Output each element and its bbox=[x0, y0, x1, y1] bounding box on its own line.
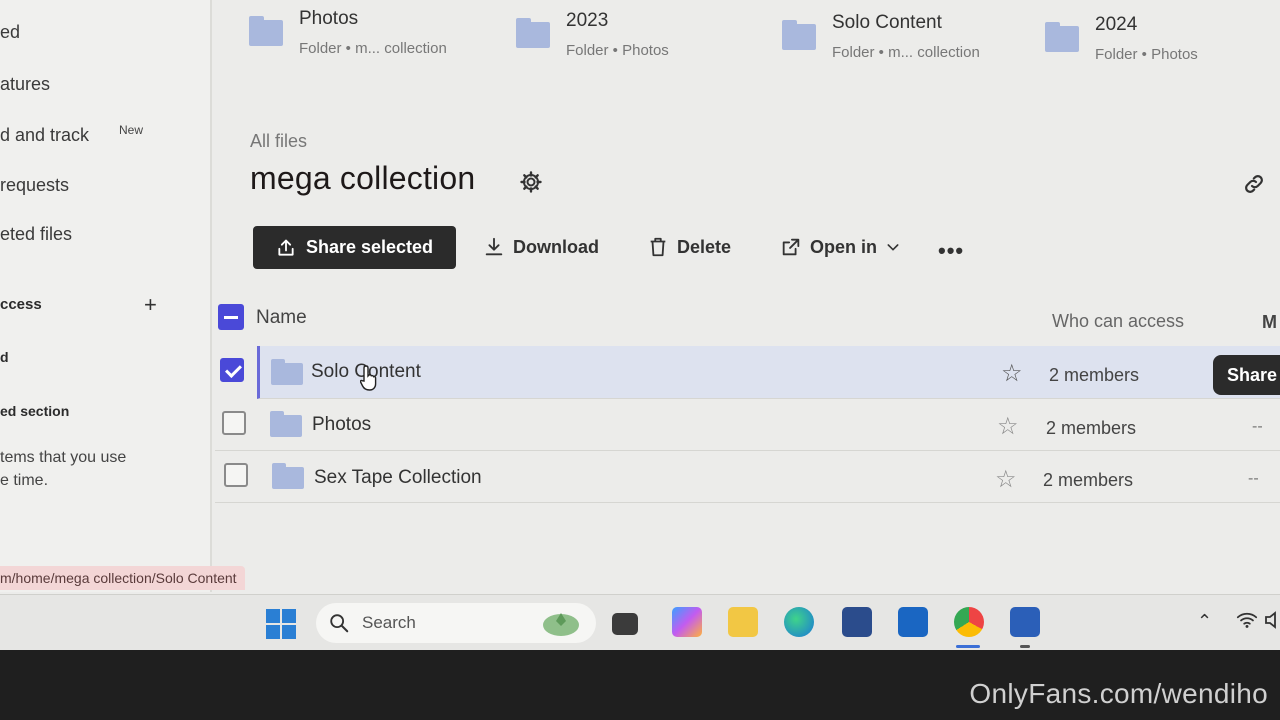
download-icon bbox=[485, 237, 503, 256]
sidebar: ed atures d and track New requests eted … bbox=[0, 0, 212, 592]
folder-icon bbox=[271, 359, 303, 385]
table-row[interactable]: Solo Content ☆ 2 members bbox=[257, 346, 1280, 399]
file-explorer-icon[interactable] bbox=[728, 607, 758, 637]
suggested-folder-name: Solo Content bbox=[832, 12, 942, 33]
breadcrumb[interactable]: All files bbox=[250, 131, 307, 152]
task-view-icon[interactable] bbox=[612, 613, 638, 635]
suggested-folder-name: 2023 bbox=[566, 10, 609, 31]
pinned-section-heading: ed section bbox=[0, 403, 70, 419]
suggested-folder-2024[interactable]: 2024 Folder • Photos bbox=[1045, 14, 1245, 74]
word-icon[interactable] bbox=[1010, 607, 1040, 637]
table-row[interactable]: Photos ☆ 2 members -- bbox=[215, 398, 1280, 451]
search-highlight-icon bbox=[543, 613, 579, 636]
copilot-icon[interactable] bbox=[672, 607, 702, 637]
file-name[interactable]: Sex Tape Collection bbox=[314, 467, 482, 489]
sidebar-item-shared[interactable]: ed bbox=[0, 22, 20, 43]
suggested-folder-name: Photos bbox=[299, 8, 359, 29]
copy-link-icon[interactable] bbox=[1242, 172, 1266, 196]
suggested-folder-name: 2024 bbox=[1095, 14, 1138, 35]
row-share-button[interactable]: Share bbox=[1213, 355, 1280, 395]
suggested-folder-solo-content[interactable]: Solo Content Folder • m... collection bbox=[782, 12, 1022, 72]
taskbar: Search ⌃ bbox=[0, 594, 1280, 650]
gear-icon[interactable] bbox=[519, 170, 543, 194]
table-row[interactable]: Sex Tape Collection ☆ 2 members -- bbox=[215, 450, 1280, 503]
suggested-folder-subtitle: Folder • Photos bbox=[1095, 46, 1198, 63]
share-selected-button[interactable]: Share selected bbox=[253, 226, 456, 269]
page-title: mega collection bbox=[250, 160, 476, 196]
outlook-icon[interactable] bbox=[898, 607, 928, 637]
sidebar-sub-item[interactable]: d bbox=[0, 349, 9, 365]
status-bar-url: m/home/mega collection/Solo Content bbox=[0, 566, 245, 590]
new-badge: New bbox=[119, 123, 144, 137]
row-checkbox[interactable] bbox=[222, 411, 246, 435]
speaker-icon[interactable] bbox=[1264, 611, 1280, 629]
column-header-modified[interactable]: M bbox=[1262, 312, 1277, 333]
suggested-folder-subtitle: Folder • m... collection bbox=[832, 44, 980, 61]
section-hint-line1: tems that you use bbox=[0, 449, 127, 466]
open-in-label: Open in bbox=[810, 236, 877, 257]
taskbar-search[interactable]: Search bbox=[316, 603, 596, 643]
share-icon bbox=[278, 239, 294, 256]
delete-label: Delete bbox=[677, 236, 732, 257]
screen: ed atures d and track New requests eted … bbox=[0, 0, 1280, 650]
chevron-down-icon bbox=[887, 244, 899, 251]
suggested-folder-photos[interactable]: Photos Folder • m... collection bbox=[249, 8, 489, 68]
row-checkbox[interactable] bbox=[220, 358, 244, 382]
download-button[interactable]: Download bbox=[483, 236, 599, 258]
add-quick-access-button[interactable]: + bbox=[144, 292, 157, 318]
start-icon[interactable] bbox=[266, 609, 296, 639]
store-icon[interactable] bbox=[842, 607, 872, 637]
file-name[interactable]: Photos bbox=[312, 414, 371, 436]
word-running-indicator bbox=[1020, 645, 1030, 648]
access-members[interactable]: 2 members bbox=[1046, 418, 1136, 439]
sidebar-item-signatures[interactable]: atures bbox=[0, 74, 50, 95]
folder-icon bbox=[1045, 22, 1079, 52]
column-header-who-can-access[interactable]: Who can access bbox=[1052, 311, 1184, 332]
watermark-text: OnlyFans.com/wendiho bbox=[969, 678, 1268, 709]
chrome-active-indicator bbox=[956, 645, 980, 648]
folder-icon bbox=[782, 20, 816, 50]
folder-icon bbox=[272, 463, 304, 489]
share-selected-label: Share selected bbox=[305, 237, 434, 257]
modified-value: -- bbox=[1248, 470, 1259, 487]
quick-access-heading: ccess bbox=[0, 296, 42, 313]
search-placeholder: Search bbox=[362, 613, 416, 632]
chrome-icon[interactable] bbox=[954, 607, 984, 637]
delete-button[interactable]: Delete bbox=[647, 236, 731, 258]
edge-icon[interactable] bbox=[784, 607, 814, 637]
access-members[interactable]: 2 members bbox=[1049, 365, 1139, 386]
pointer-cursor-icon bbox=[360, 365, 377, 391]
open-in-button[interactable]: Open in bbox=[780, 236, 901, 258]
row-checkbox[interactable] bbox=[224, 463, 248, 487]
folder-icon bbox=[249, 16, 283, 46]
open-external-icon bbox=[782, 238, 800, 256]
sidebar-item-send-and-track[interactable]: d and track bbox=[0, 125, 89, 146]
select-all-checkbox[interactable] bbox=[218, 304, 244, 330]
folder-icon bbox=[270, 411, 302, 437]
download-label: Download bbox=[513, 236, 599, 257]
star-icon[interactable]: ☆ bbox=[1001, 359, 1023, 388]
wifi-icon[interactable] bbox=[1236, 611, 1258, 629]
star-icon[interactable]: ☆ bbox=[995, 465, 1017, 494]
more-options-button[interactable]: ••• bbox=[938, 238, 964, 264]
access-members[interactable]: 2 members bbox=[1043, 470, 1133, 491]
star-icon[interactable]: ☆ bbox=[997, 412, 1019, 441]
section-hint-line2: e time. bbox=[0, 472, 49, 489]
suggested-folder-subtitle: Folder • m... collection bbox=[299, 40, 447, 57]
column-header-name[interactable]: Name bbox=[256, 307, 307, 329]
sidebar-item-deleted-files[interactable]: eted files bbox=[0, 224, 72, 245]
trash-icon bbox=[650, 237, 666, 257]
search-icon bbox=[330, 614, 349, 633]
chevron-up-icon[interactable]: ⌃ bbox=[1197, 611, 1212, 632]
suggested-folder-subtitle: Folder • Photos bbox=[566, 42, 669, 59]
suggested-folder-2023[interactable]: 2023 Folder • Photos bbox=[516, 10, 716, 70]
folder-icon bbox=[516, 18, 550, 48]
sidebar-item-file-requests[interactable]: requests bbox=[0, 175, 69, 196]
modified-value: -- bbox=[1252, 418, 1263, 435]
